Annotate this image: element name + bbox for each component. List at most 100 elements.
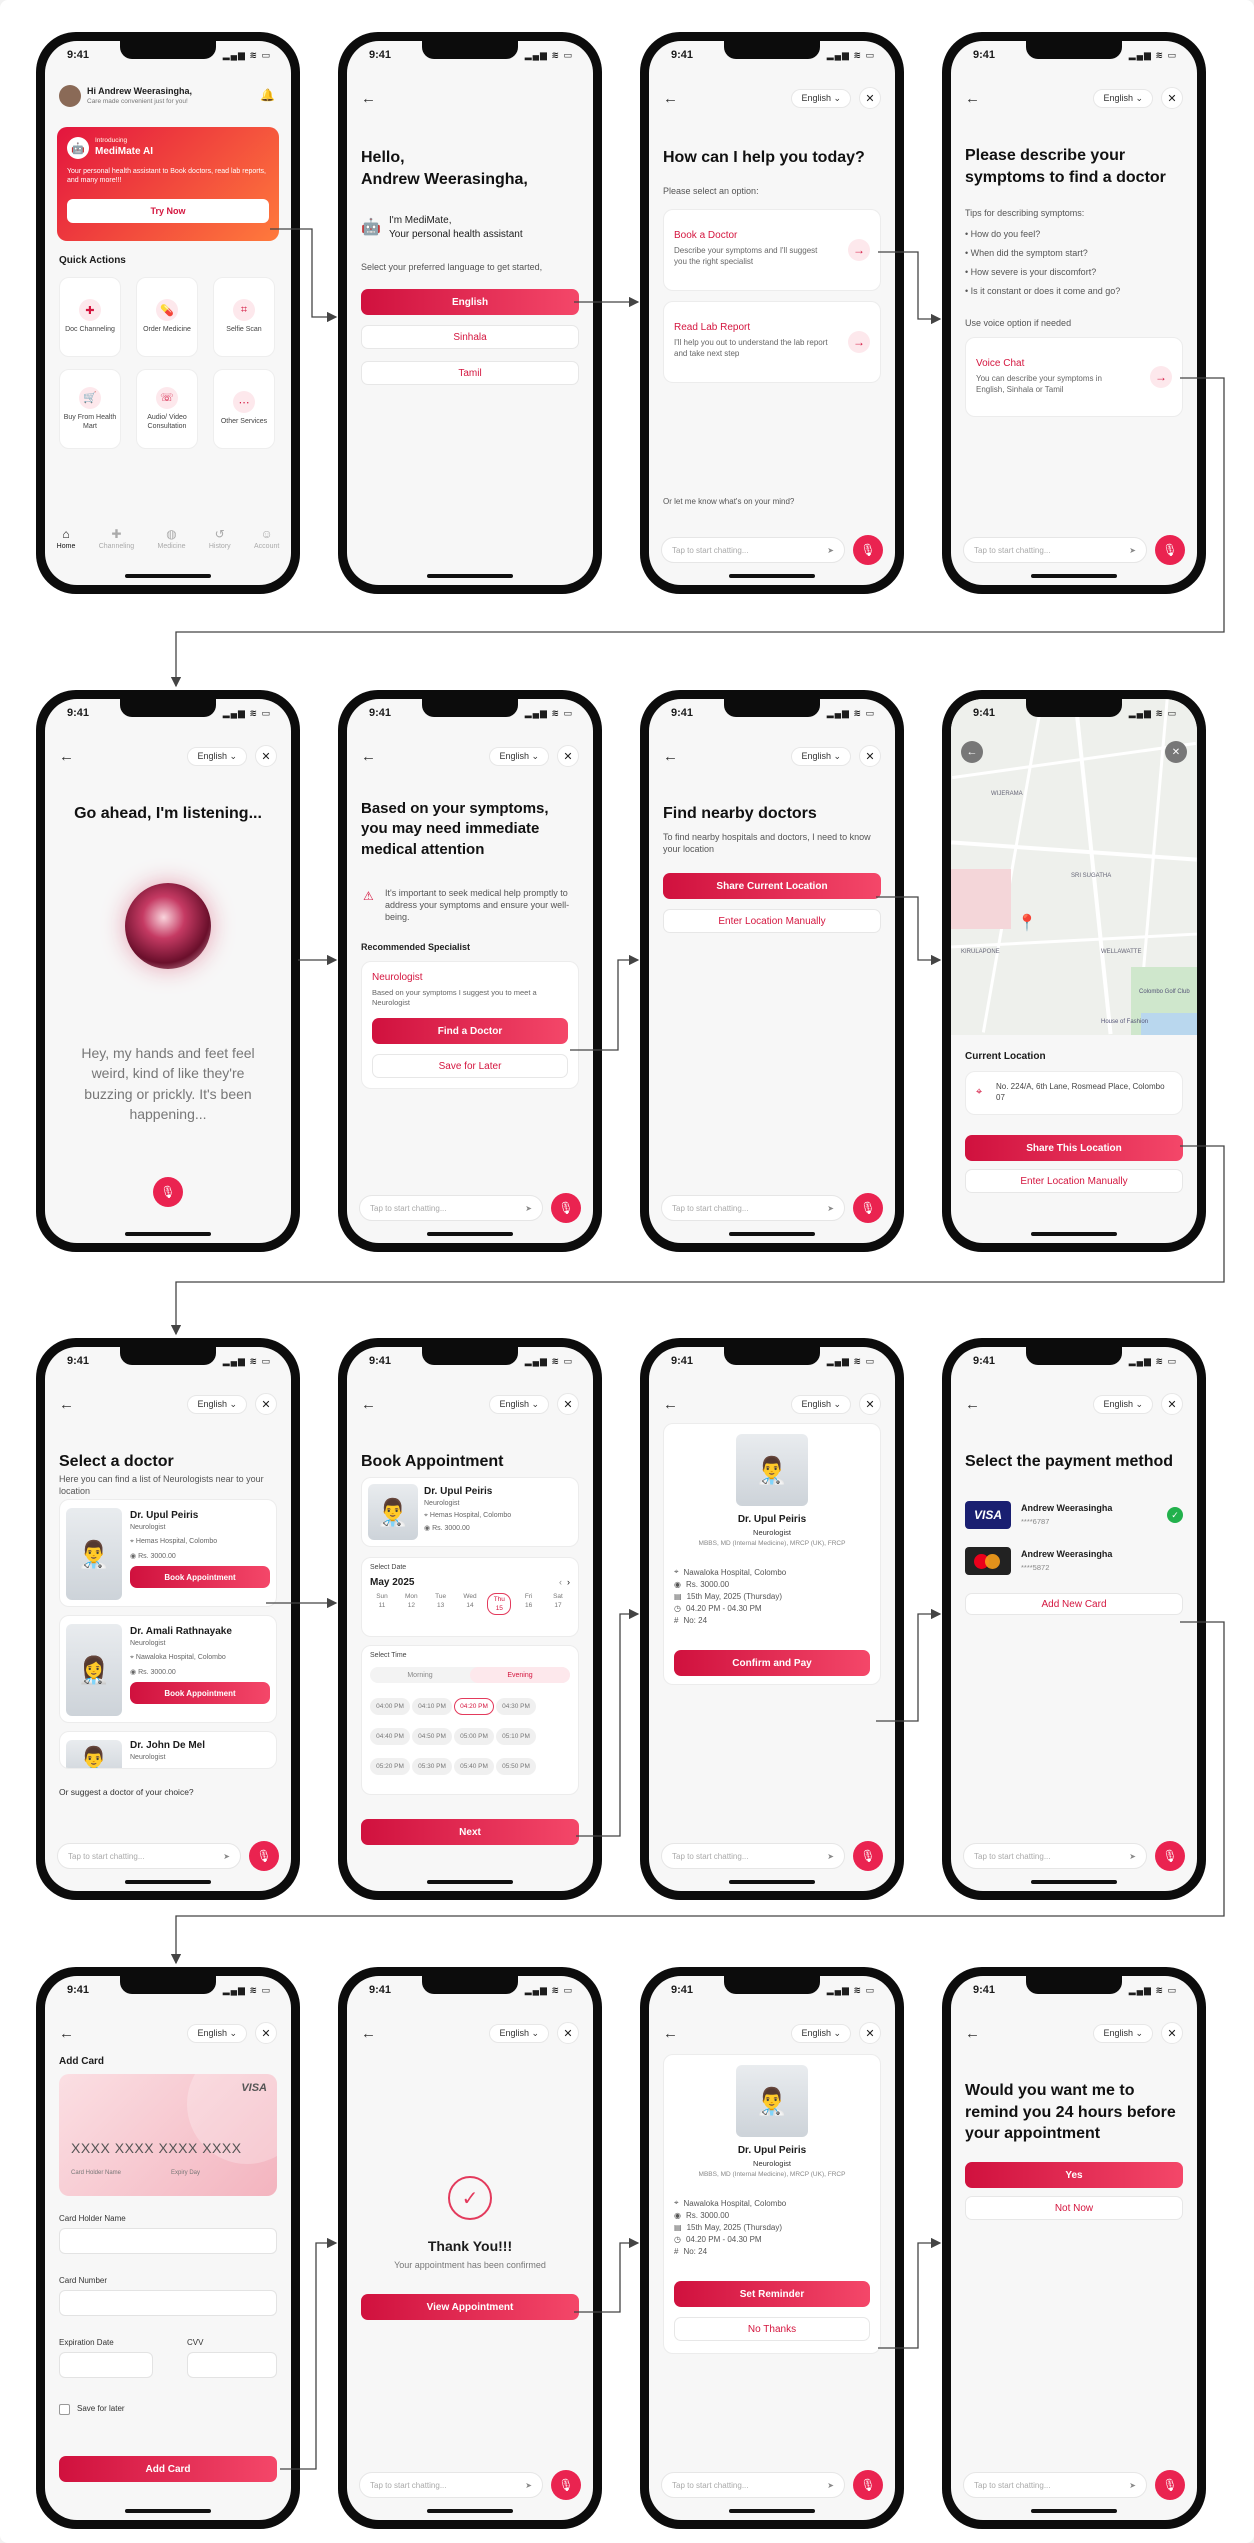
back-button[interactable]: ←	[965, 2025, 985, 2042]
close-button[interactable]: ✕	[859, 87, 881, 109]
time-slot[interactable]: 04:10 PM	[412, 1698, 452, 1715]
send-icon[interactable]: ➤	[525, 1204, 532, 1213]
time-slot-selected[interactable]: 04:20 PM	[454, 1698, 494, 1715]
language-selector[interactable]: English ⌄	[1093, 88, 1153, 108]
back-button[interactable]: ←	[663, 1396, 683, 1413]
add-new-card-button[interactable]: Add New Card	[965, 1593, 1183, 1615]
send-icon[interactable]: ➤	[827, 2481, 834, 2490]
close-button[interactable]: ✕	[255, 2022, 277, 2044]
cvv-input[interactable]	[187, 2352, 277, 2378]
save-checkbox[interactable]	[59, 2404, 70, 2415]
mic-button[interactable]: 🎙	[551, 2470, 581, 2500]
close-button[interactable]: ✕	[557, 1393, 579, 1415]
day-option[interactable]: Tue 13	[429, 1593, 453, 1615]
map[interactable]: WIJERAMA SRI SUGATHA KIRULAPONE WELLAWAT…	[951, 699, 1197, 1035]
close-button[interactable]: ✕	[255, 1393, 277, 1415]
mic-button[interactable]: 🎙	[249, 1841, 279, 1871]
day-option[interactable]: Fri 16	[517, 1593, 541, 1615]
day-option-selected[interactable]: Thu 15	[487, 1593, 512, 1615]
time-slot[interactable]: 04:50 PM	[412, 1728, 452, 1745]
qa-consultation[interactable]: ☏ Audio/ Video Consultation	[136, 369, 198, 449]
tab-history[interactable]: ↺ History	[209, 527, 231, 563]
tamil-button[interactable]: Tamil	[361, 361, 579, 385]
back-button[interactable]: ←	[361, 1396, 381, 1413]
doctor-card[interactable]: 👨‍⚕️ Dr. Upul Peiris Neurologist ⌖ Hemas…	[59, 1499, 277, 1607]
back-button[interactable]: ←	[59, 748, 79, 765]
send-icon[interactable]: ➤	[1129, 546, 1136, 555]
back-button[interactable]: ←	[361, 2025, 381, 2042]
day-option[interactable]: Sat 17	[546, 1593, 570, 1615]
send-icon[interactable]: ➤	[525, 2481, 532, 2490]
chevron-right-icon[interactable]: ›	[567, 1577, 570, 1587]
mic-button[interactable]: 🎙	[853, 2470, 883, 2500]
doctor-card[interactable]: 👨‍⚕️ Dr. John De Mel Neurologist	[59, 1731, 277, 1769]
back-button[interactable]: ←	[663, 90, 683, 107]
avatar[interactable]	[59, 85, 81, 107]
back-button[interactable]: ←	[361, 90, 381, 107]
enter-location-button[interactable]: Enter Location Manually	[663, 909, 881, 933]
language-selector[interactable]: English ⌄	[1093, 2023, 1153, 2043]
english-button[interactable]: English	[361, 289, 579, 315]
read-lab-report-option[interactable]: Read Lab Report I'll help you out to unde…	[663, 301, 881, 383]
send-icon[interactable]: ➤	[223, 1852, 230, 1861]
time-slot[interactable]: 04:30 PM	[496, 1698, 536, 1715]
chat-input[interactable]: Tap to start chatting... ➤	[661, 537, 845, 563]
chat-input[interactable]: Tap to start chatting... ➤	[661, 2472, 845, 2498]
no-thanks-button[interactable]: No Thanks	[674, 2317, 870, 2341]
chevron-left-icon[interactable]: ‹	[559, 1577, 562, 1587]
send-icon[interactable]: ➤	[1129, 2481, 1136, 2490]
mic-button[interactable]: 🎙	[1155, 1841, 1185, 1871]
send-icon[interactable]: ➤	[827, 1852, 834, 1861]
time-slot[interactable]: 05:30 PM	[412, 1758, 452, 1775]
yes-button[interactable]: Yes	[965, 2162, 1183, 2188]
close-button[interactable]: ✕	[557, 745, 579, 767]
sinhala-button[interactable]: Sinhala	[361, 325, 579, 349]
enter-location-button[interactable]: Enter Location Manually	[965, 1169, 1183, 1193]
language-selector[interactable]: English ⌄	[187, 2023, 247, 2043]
close-button[interactable]: ✕	[859, 2022, 881, 2044]
tab-account[interactable]: ☺ Account	[254, 527, 279, 563]
bell-icon[interactable]: 🔔	[260, 88, 275, 102]
time-slot[interactable]: 05:10 PM	[496, 1728, 536, 1745]
book-doctor-option[interactable]: Book a Doctor Describe your symptoms and …	[663, 209, 881, 291]
chat-input[interactable]: Tap to start chatting... ➤	[661, 1195, 845, 1221]
close-button[interactable]: ✕	[859, 745, 881, 767]
time-slot[interactable]: 05:40 PM	[454, 1758, 494, 1775]
language-selector[interactable]: English ⌄	[1093, 1394, 1153, 1414]
mic-button[interactable]: 🎙	[1155, 2470, 1185, 2500]
view-appointment-button[interactable]: View Appointment	[361, 2294, 579, 2320]
back-button[interactable]: ←	[361, 748, 381, 765]
mic-button[interactable]: 🎙	[853, 1193, 883, 1223]
tab-channeling[interactable]: ✚ Channeling	[99, 527, 134, 563]
close-button[interactable]: ✕	[1165, 741, 1187, 763]
language-selector[interactable]: English ⌄	[489, 1394, 549, 1414]
close-button[interactable]: ✕	[255, 745, 277, 767]
mic-button[interactable]: 🎙	[853, 535, 883, 565]
voice-chat-option[interactable]: Voice Chat You can describe your symptoms…	[965, 337, 1183, 417]
chat-input[interactable]: Tap to start chatting... ➤	[963, 537, 1147, 563]
language-selector[interactable]: English ⌄	[489, 746, 549, 766]
language-selector[interactable]: English ⌄	[791, 2023, 851, 2043]
back-button[interactable]: ←	[961, 741, 983, 763]
time-slot[interactable]: 05:20 PM	[370, 1758, 410, 1775]
language-selector[interactable]: English ⌄	[791, 1394, 851, 1414]
find-doctor-button[interactable]: Find a Doctor	[372, 1018, 568, 1044]
back-button[interactable]: ←	[59, 1396, 79, 1413]
book-appointment-button[interactable]: Book Appointment	[130, 1682, 270, 1704]
mic-button[interactable]: 🎙	[551, 1193, 581, 1223]
next-button[interactable]: Next	[361, 1819, 579, 1845]
tab-medicine[interactable]: ◍ Medicine	[158, 527, 186, 563]
close-button[interactable]: ✕	[1161, 2022, 1183, 2044]
card-holder-input[interactable]	[59, 2228, 277, 2254]
back-button[interactable]: ←	[663, 2025, 683, 2042]
card-number-input[interactable]	[59, 2290, 277, 2316]
tab-home[interactable]: ⌂ Home	[57, 527, 76, 563]
time-slot[interactable]: 05:00 PM	[454, 1728, 494, 1745]
not-now-button[interactable]: Not Now	[965, 2196, 1183, 2220]
mastercard-option[interactable]: Andrew Weerasingha ****5872	[965, 1543, 1183, 1581]
day-option[interactable]: Mon 12	[399, 1593, 423, 1615]
save-later-button[interactable]: Save for Later	[372, 1054, 568, 1078]
set-reminder-button[interactable]: Set Reminder	[674, 2281, 870, 2307]
qa-doc-channeling[interactable]: ✚ Doc Channeling	[59, 277, 121, 357]
send-icon[interactable]: ➤	[827, 546, 834, 555]
